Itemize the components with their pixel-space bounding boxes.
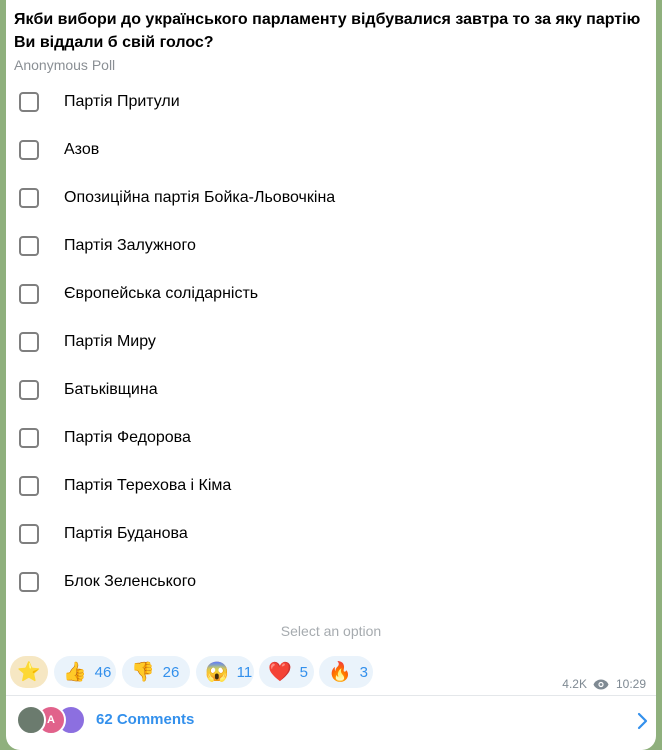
reaction-heart[interactable]: ❤️ 5 <box>259 656 314 688</box>
poll-option[interactable]: Партія Залужного <box>6 222 646 270</box>
option-label: Азов <box>64 141 100 158</box>
option-label: Опозиційна партія Бойка-Льовочкіна <box>64 189 336 206</box>
option-label: Партія Залужного <box>64 237 196 254</box>
option-label: Партія Терехова і Кіма <box>64 477 232 494</box>
fire-icon: 🔥 <box>328 661 352 683</box>
views-count: 4.2K <box>562 677 587 691</box>
option-label: Блок Зеленського <box>64 573 197 590</box>
reaction-thumbs-up[interactable]: 👍 46 <box>54 656 116 688</box>
thumbs-up-icon: 👍 <box>63 661 87 683</box>
poll-option[interactable]: Партія Федорова <box>6 414 646 462</box>
select-option-hint: Select an option <box>280 623 382 639</box>
poll-message-card: Якби вибори до українського парламенту в… <box>6 0 656 750</box>
screaming-face-icon: 😱 <box>205 661 229 683</box>
option-checkbox[interactable] <box>19 92 39 112</box>
option-checkbox[interactable] <box>19 188 39 208</box>
poll-option[interactable]: Партія Терехова і Кіма <box>6 462 646 510</box>
reaction-thumbs-down[interactable]: 👎 26 <box>122 656 190 688</box>
option-label: Партія Притули <box>64 93 180 110</box>
reaction-count: 46 <box>94 663 112 681</box>
avatar <box>16 705 46 735</box>
chevron-right-icon <box>637 712 648 730</box>
option-checkbox[interactable] <box>19 476 39 496</box>
poll-option[interactable]: Опозиційна партія Бойка-Льовочкіна <box>6 174 646 222</box>
reaction-count: 26 <box>162 663 180 681</box>
option-label: Партія Федорова <box>64 429 191 446</box>
option-label: Батьківщина <box>64 381 158 398</box>
option-label: Партія Миру <box>64 333 156 350</box>
comments-label: 62 Comments <box>96 711 195 728</box>
option-checkbox[interactable] <box>19 428 39 448</box>
reaction-count: 11 <box>236 663 253 681</box>
reaction-count: 3 <box>359 663 369 681</box>
option-checkbox[interactable] <box>19 140 39 160</box>
option-checkbox[interactable] <box>19 332 39 352</box>
message-time: 10:29 <box>615 677 646 691</box>
reaction-star[interactable]: ⭐ <box>10 656 48 688</box>
poll-type-label: Anonymous Poll <box>14 57 116 73</box>
option-checkbox[interactable] <box>19 236 39 256</box>
poll-option[interactable]: Батьківщина <box>6 366 646 414</box>
option-checkbox[interactable] <box>19 380 39 400</box>
poll-option[interactable]: Азов <box>6 126 646 174</box>
message-meta: 4.2K 10:29 <box>562 677 646 691</box>
thumbs-down-icon: 👎 <box>131 661 155 683</box>
reaction-count: 5 <box>299 663 309 681</box>
poll-option[interactable]: Партія Притули <box>6 78 646 126</box>
poll-option[interactable]: Блок Зеленського <box>6 558 646 606</box>
option-checkbox[interactable] <box>19 524 39 544</box>
option-label: Партія Буданова <box>64 525 188 542</box>
option-checkbox[interactable] <box>19 572 39 592</box>
poll-question: Якби вибори до українського парламенту в… <box>14 11 641 51</box>
option-label: Європейська солідарність <box>64 285 259 302</box>
poll-option[interactable]: Партія Миру <box>6 318 646 366</box>
star-icon: ⭐ <box>17 661 41 683</box>
eye-icon <box>593 679 609 689</box>
comments-button[interactable]: A 62 Comments <box>6 696 656 746</box>
option-checkbox[interactable] <box>19 284 39 304</box>
heart-icon: ❤️ <box>268 661 292 683</box>
poll-option[interactable]: Партія Буданова <box>6 510 646 558</box>
reaction-screaming-face[interactable]: 😱 11 <box>196 656 254 688</box>
poll-option[interactable]: Європейська солідарність <box>6 270 646 318</box>
reaction-fire[interactable]: 🔥 3 <box>319 656 373 688</box>
